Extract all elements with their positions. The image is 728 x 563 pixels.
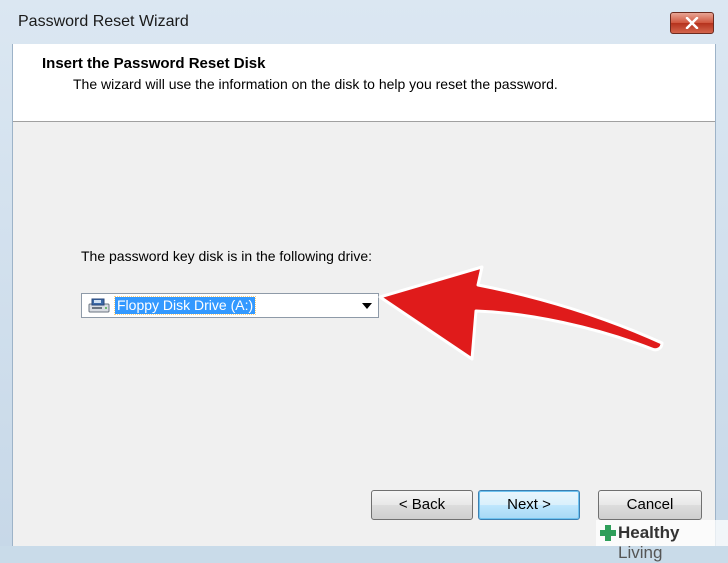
close-button[interactable] xyxy=(670,12,714,34)
floppy-drive-icon xyxy=(88,298,110,313)
selected-drive: Floppy Disk Drive (A:) xyxy=(113,296,257,315)
close-icon xyxy=(685,17,699,29)
page-title: Insert the Password Reset Disk xyxy=(42,55,266,72)
back-button[interactable]: < Back xyxy=(371,490,473,520)
health-cross-icon xyxy=(600,525,616,541)
watermark-text: Healthy Living xyxy=(618,523,728,563)
red-arrow-annotation xyxy=(378,265,664,361)
drive-dropdown[interactable]: Floppy Disk Drive (A:) xyxy=(81,293,379,318)
wizard-window: Password Reset Wizard Insert the Passwor… xyxy=(0,0,728,562)
title-bar: Password Reset Wizard xyxy=(0,0,728,44)
cancel-button[interactable]: Cancel xyxy=(598,490,702,520)
page-subtitle: The wizard will use the information on t… xyxy=(73,76,558,92)
drive-label: The password key disk is in the followin… xyxy=(81,248,373,264)
next-button[interactable]: Next > xyxy=(478,490,580,520)
window-title: Password Reset Wizard xyxy=(18,13,189,30)
wizard-header: Insert the Password Reset Disk The wizar… xyxy=(13,44,715,122)
watermark-brand-bold: Healthy xyxy=(618,523,680,542)
watermark: Healthy Living xyxy=(596,520,728,562)
